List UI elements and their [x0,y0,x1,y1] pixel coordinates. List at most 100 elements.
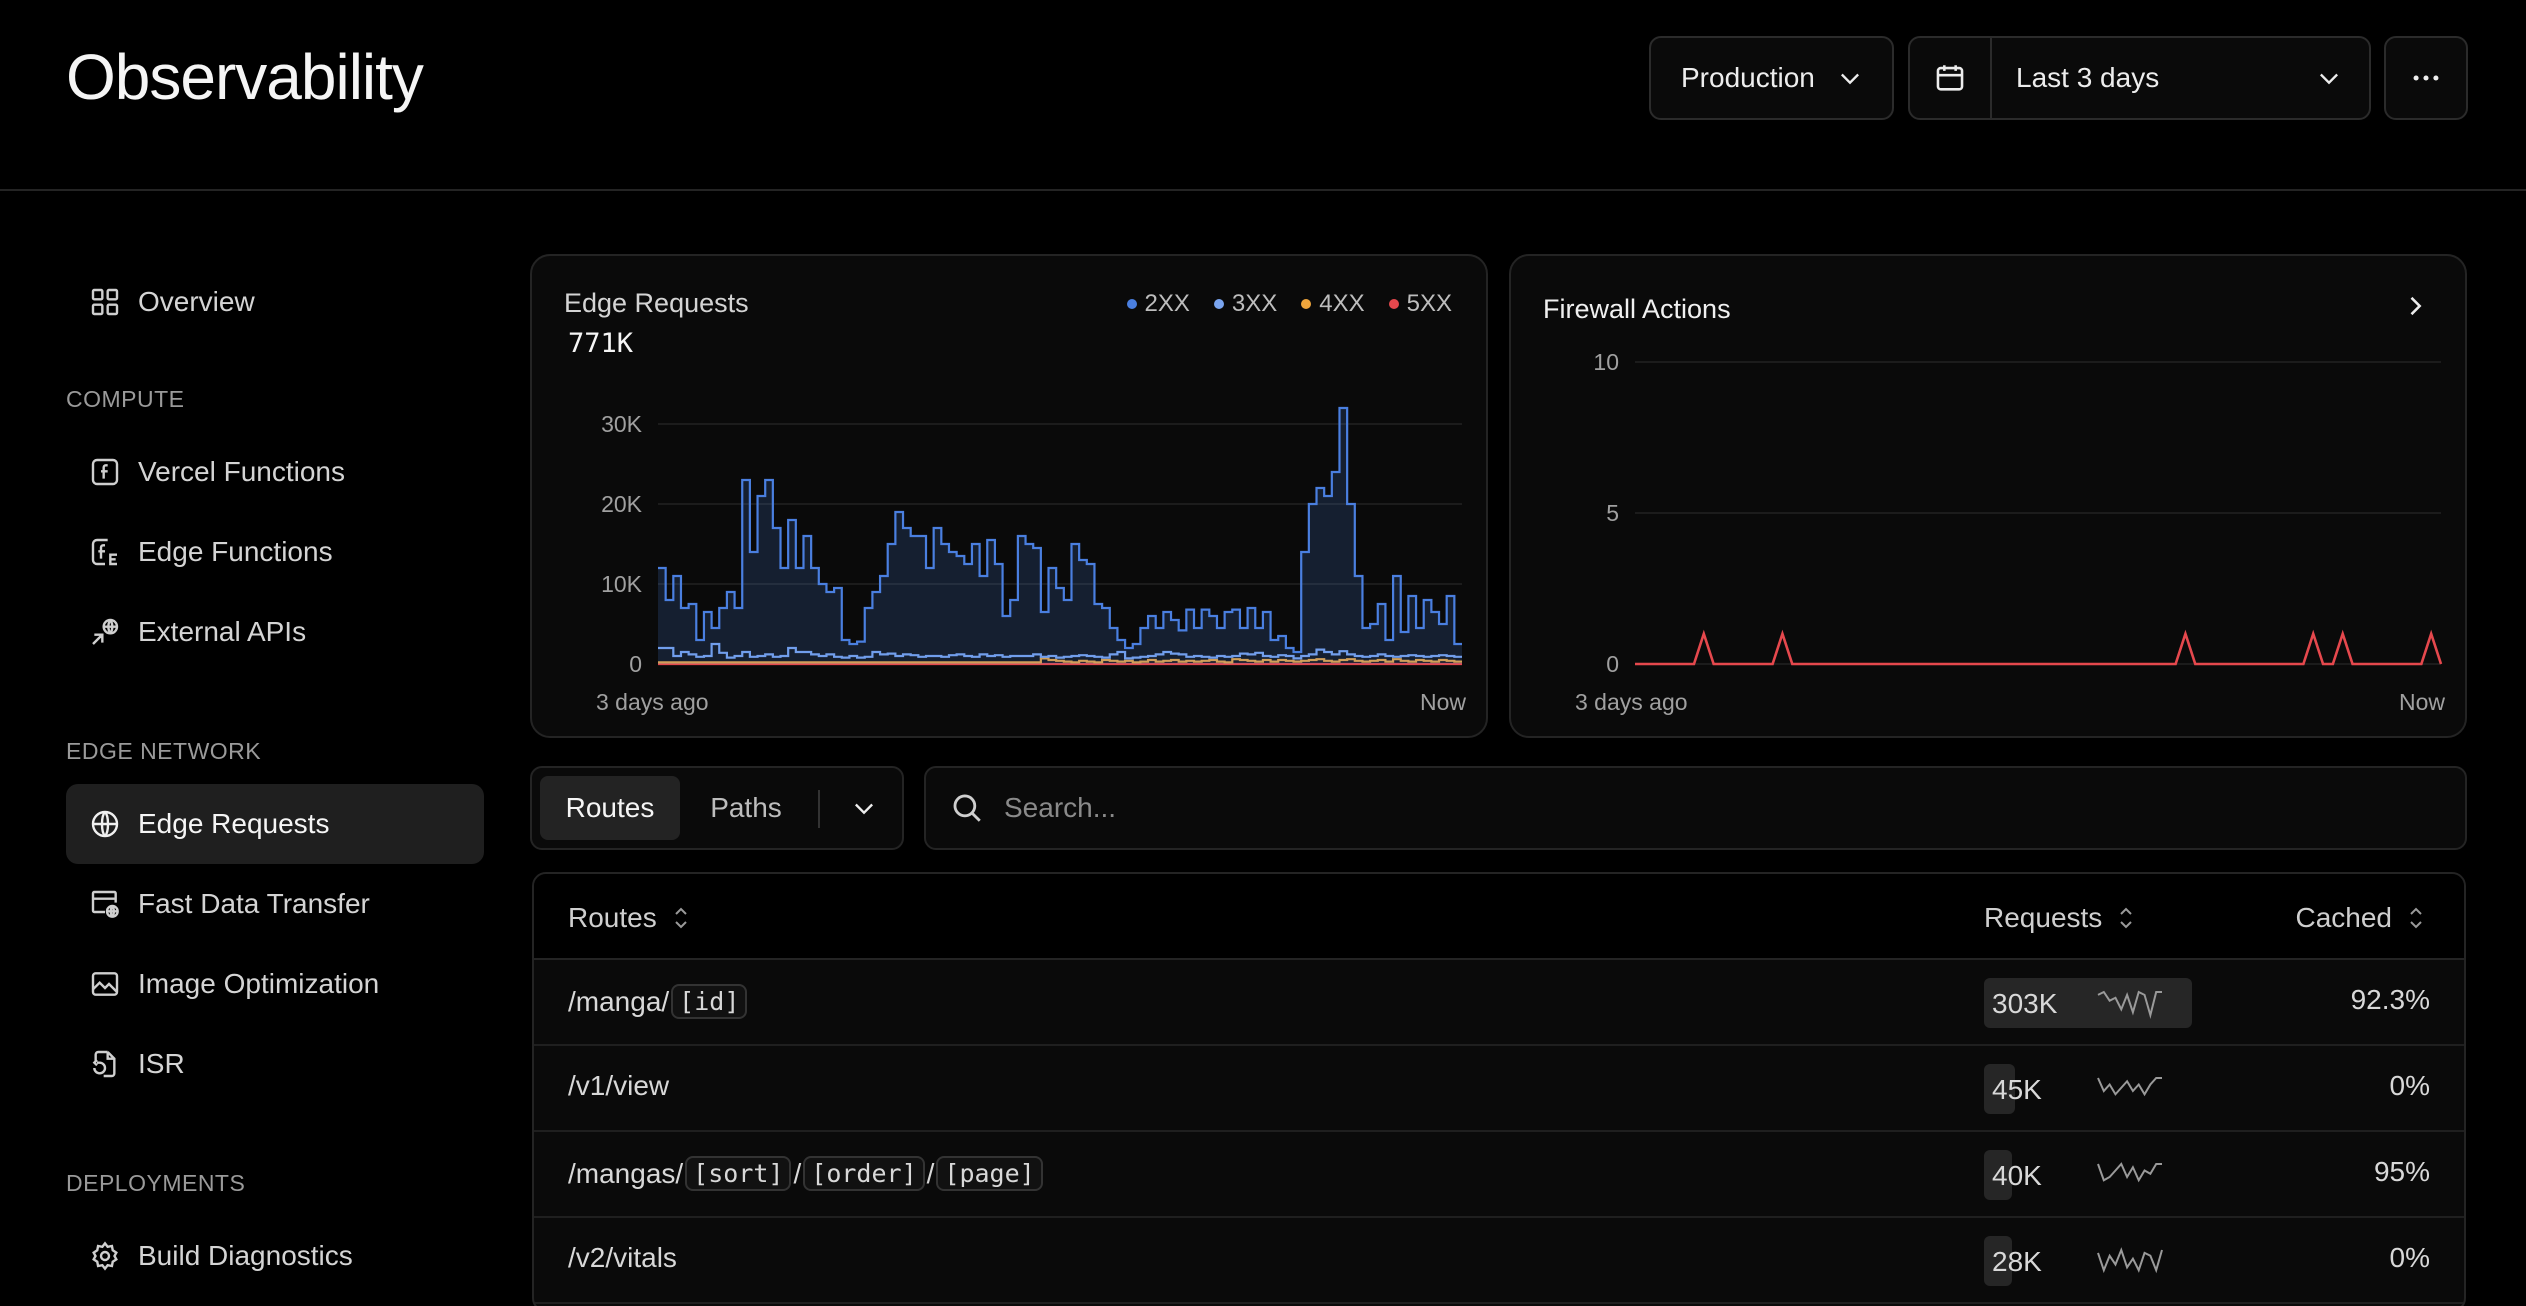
sparkline-path [2097,990,2162,1019]
requests-cell: 40K [1984,1150,2192,1200]
route-param: [page] [936,1156,1043,1191]
environment-label: Production [1681,62,1815,93]
sidebar-item-label: Fast Data Transfer [138,888,370,919]
edge-requests-card[interactable]: Edge Requests 771K 2XX 3XX 4XX 5XX 30K 20… [530,254,1488,738]
date-range-selector[interactable]: Last 3 days [1908,36,2371,120]
series-line-firewall [1635,629,2443,666]
sidebar-item-isr[interactable]: ISR [66,1024,484,1104]
sidebar-item-external-apis[interactable]: External APIs [66,592,484,672]
route-name: /v2/vitals [568,1242,677,1274]
column-header-requests[interactable]: Requests [1984,902,2136,934]
route-segment: /v1/view [568,1070,670,1101]
search-input[interactable] [1004,792,2304,824]
section-label-compute: COMPUTE [66,386,185,412]
y-tick-label: 30K [601,411,643,437]
column-header-cached[interactable]: Cached [2295,902,2426,934]
sparkline [2097,1247,2163,1274]
firewall-actions-card[interactable]: Firewall Actions 10 5 0 3 days ago Now [1509,254,2467,738]
sidebar-item-label: Edge Functions [138,536,333,567]
table-row[interactable]: /v2/vitals 28K 0% [534,1218,2464,1304]
sidebar-item-label: Vercel Functions [138,456,345,487]
sort-icon [2410,907,2422,929]
calendar-icon [1936,65,1964,91]
search-box [924,766,2467,850]
edge-requests-chart[interactable]: 30K 20K 10K 0 3 days ago Now [532,256,1488,738]
sidebar-item-edge-functions[interactable]: Edge Functions [66,512,484,592]
environment-selector[interactable]: Production [1649,36,1894,120]
requests-cell: 28K [1984,1236,2192,1286]
chevron-down-icon [2320,73,2338,85]
sidebar-item-build-diagnostics[interactable]: Build Diagnostics [66,1216,484,1296]
requests-value: 40K [1992,1160,2042,1191]
x-axis-start-label: 3 days ago [596,689,709,715]
route-segment: / [793,1157,802,1189]
sidebar-item-fast-data-transfer[interactable]: Fast Data Transfer [66,864,484,944]
chevron-down-icon [855,803,873,815]
table-row[interactable]: /mangas/[sort] / [order] / [page] 40K 95% [534,1132,2464,1218]
sort-icon [2120,907,2133,929]
more-options-button[interactable] [2384,36,2468,120]
table-row[interactable]: /manga/[id] 303K 92.3% [534,960,2464,1046]
sparkline-path [2097,1162,2162,1183]
x-axis-end-label: Now [2399,689,2445,715]
sidebar-item-edge-requests[interactable]: Edge Requests [66,784,484,864]
y-tick-label: 20K [601,491,643,517]
route-param: [order] [803,1156,925,1191]
globe-icon [88,807,122,841]
isr-refresh-icon [88,1047,122,1081]
section-label-edge-network: EDGE NETWORK [66,738,262,764]
sidebar-item-overview[interactable]: Overview [66,262,484,342]
x-axis-end-label: Now [1420,689,1466,715]
sparkline [2097,990,2162,1019]
sidebar-item-label: Overview [138,286,255,317]
sidebar-item-label: External APIs [138,616,307,647]
route-name: /v1/view [568,1070,669,1102]
cached-value: 0% [2389,1070,2430,1101]
requests-value: 303K [1992,988,2058,1019]
more-horizontal-icon [2413,75,2439,81]
route-param: [sort] [685,1156,792,1191]
tab-divider [818,790,820,828]
cached-value: 0% [2389,1242,2430,1273]
grid-icon [88,285,122,319]
sidebar-item-image-optimization[interactable]: Image Optimization [66,944,484,1024]
requests-cell: 45K [1984,1064,2192,1114]
image-icon [88,967,122,1001]
tab-routes[interactable]: Routes [540,776,680,840]
route-segment: /manga/ [568,985,670,1017]
calendar-button[interactable] [1910,38,1992,118]
y-tick-label: 0 [629,651,642,677]
section-label-deployments: DEPLOYMENTS [66,1170,246,1196]
route-name: /manga/[id] [568,984,749,1019]
requests-value: 28K [1992,1246,2042,1277]
search-icon [953,794,981,822]
sidebar-item-vercel-functions[interactable]: Vercel Functions [66,432,484,512]
date-range-label: Last 3 days [2016,62,2160,93]
cached-value: 95% [2373,1156,2430,1187]
route-name: /mangas/[sort] / [order] / [page] [568,1156,1045,1191]
sparkline [2097,1162,2162,1183]
table-row[interactable]: /v1/view 45K 0% [534,1046,2464,1132]
edge-function-icon [88,535,122,569]
series-area-2xx [658,408,1462,664]
sidebar-item-label: Build Diagnostics [138,1240,353,1271]
table-header: Routes Requests Cached [534,874,2464,960]
function-icon [88,455,122,489]
sidebar-item-label: ISR [138,1048,185,1079]
x-axis-start-label: 3 days ago [1575,689,1688,715]
gear-icon [88,1239,122,1273]
tab-more-button[interactable] [832,776,896,840]
sort-icon [675,907,687,929]
y-tick-label: 0 [1606,651,1619,677]
chevron-down-icon [1841,73,1859,85]
requests-value: 45K [1992,1074,2042,1105]
external-api-icon [88,615,122,649]
tab-paths[interactable]: Paths [684,776,808,840]
page-title: Observability [66,41,424,113]
column-header-routes[interactable]: Routes [568,902,691,934]
route-segment: / [926,1157,935,1189]
route-segment: /v2/vitals [568,1242,677,1273]
firewall-actions-chart[interactable]: 10 5 0 3 days ago Now [1511,256,2467,738]
sparkline-path [2097,1077,2162,1097]
y-tick-label: 10 [1593,349,1619,375]
